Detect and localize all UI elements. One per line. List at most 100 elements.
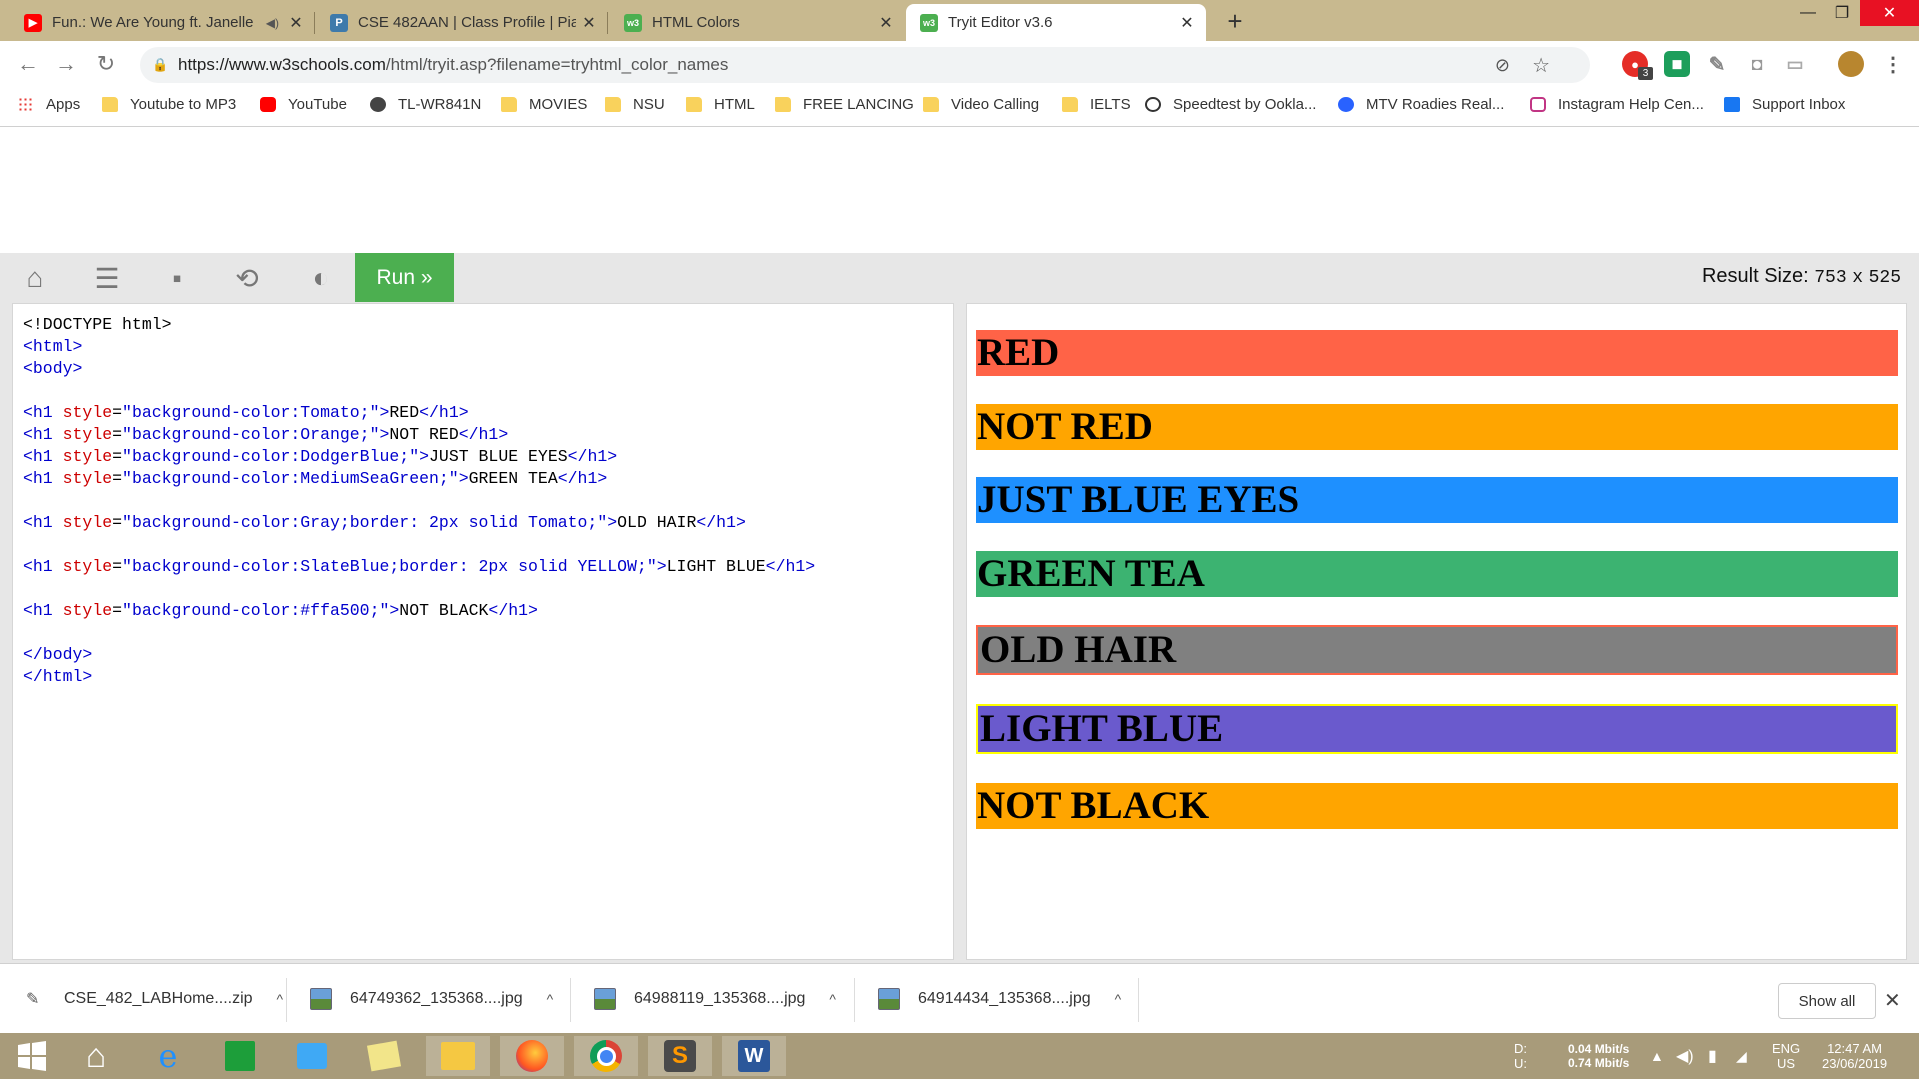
bookmark-movies[interactable]: MOVIES xyxy=(501,96,587,113)
tab-tryit-editor[interactable]: w3 Tryit Editor v3.6 ✕ xyxy=(906,4,1206,41)
tab-youtube[interactable]: ▶ Fun.: We Are Young ft. Janelle ◀) ✕ xyxy=(10,4,315,41)
theme-toggle-icon[interactable]: ◐ xyxy=(294,253,348,303)
language-indicator[interactable]: ENG US xyxy=(1772,1033,1800,1079)
net-up-speed: 0.74 Mbit/s xyxy=(1568,1056,1630,1070)
close-icon[interactable]: ✕ xyxy=(873,13,899,33)
grammarly-extension-icon[interactable]: ◼ xyxy=(1664,51,1690,77)
firefox-icon[interactable] xyxy=(500,1036,564,1076)
camera-extension-icon[interactable]: ◘ xyxy=(1744,51,1770,77)
download-item[interactable]: ✎ CSE_482_LABHome....zip ^ xyxy=(26,964,283,1034)
internet-explorer-icon[interactable]: e xyxy=(136,1036,200,1076)
sticky-notes-icon[interactable] xyxy=(352,1036,416,1076)
volume-icon[interactable]: ◀) xyxy=(1676,1033,1694,1079)
rotate-icon[interactable]: ⟲ xyxy=(220,253,274,303)
youtube-icon: ▶ xyxy=(24,13,42,32)
reload-button[interactable]: ↻ xyxy=(92,50,120,78)
bookmark-mtv-roadies[interactable]: MTV Roadies Real... xyxy=(1338,96,1504,113)
download-filename: CSE_482_LABHome....zip xyxy=(64,990,253,1007)
cast-extension-icon[interactable]: ▭ xyxy=(1782,51,1808,77)
speedtest-icon xyxy=(1145,97,1161,112)
file-explorer-icon[interactable] xyxy=(426,1036,490,1076)
divider xyxy=(854,978,855,1022)
menu-icon[interactable]: ☰ xyxy=(80,253,134,303)
home-icon[interactable]: ⌂ xyxy=(64,1036,128,1076)
close-icon[interactable]: ✕ xyxy=(1174,13,1200,33)
word-icon[interactable]: W xyxy=(722,1036,786,1076)
chrome-icon[interactable] xyxy=(574,1036,638,1076)
lock-icon[interactable]: 🔒 xyxy=(152,57,168,73)
chevron-up-icon[interactable]: ^ xyxy=(277,991,284,1007)
new-tab-button[interactable]: + xyxy=(1220,6,1250,37)
result-size-separator: x xyxy=(1852,268,1864,288)
bookmark-label: FREE LANCING xyxy=(803,96,914,113)
close-icon[interactable]: ✕ xyxy=(283,13,309,33)
bookmark-free-lancing[interactable]: FREE LANCING xyxy=(775,96,914,113)
region-code: US xyxy=(1777,1056,1796,1071)
bookmark-ielts[interactable]: IELTS xyxy=(1062,96,1131,113)
sublime-text-icon[interactable]: S xyxy=(648,1036,712,1076)
code-value: "background-color:Tomato;" xyxy=(122,403,380,422)
bookmark-support-inbox[interactable]: Support Inbox xyxy=(1724,96,1845,113)
result-heading: NOT BLACK xyxy=(976,783,1898,829)
run-button[interactable]: Run » xyxy=(355,253,454,302)
code-text[interactable]: <!DOCTYPE html> <html> <body> <h1 style=… xyxy=(23,314,815,688)
bookmark-youtube[interactable]: YouTube xyxy=(260,96,347,113)
address-url[interactable]: https://www.w3schools.com/html/tryit.asp… xyxy=(178,55,728,75)
save-icon[interactable]: ▪ xyxy=(150,253,204,303)
windows-start-icon[interactable] xyxy=(0,1036,64,1076)
code-editor[interactable]: <!DOCTYPE html> <html> <body> <h1 style=… xyxy=(12,303,954,960)
window-close-button[interactable]: ✕ xyxy=(1860,0,1919,26)
download-item[interactable]: 64988119_135368....jpg ^ xyxy=(594,964,836,1034)
menu-dots-icon[interactable]: ⋮ xyxy=(1880,51,1906,77)
minimize-button[interactable]: — xyxy=(1792,0,1824,26)
chevron-up-icon[interactable]: ^ xyxy=(829,991,836,1007)
battery-icon[interactable]: ▮ xyxy=(1708,1033,1717,1079)
result-heading: OLD HAIR xyxy=(976,625,1898,675)
close-icon[interactable]: ✕ xyxy=(576,13,602,33)
bookmark-html[interactable]: HTML xyxy=(686,96,755,113)
eyedropper-extension-icon[interactable]: ✎ xyxy=(1704,51,1730,77)
bookmark-tl-wr841n[interactable]: TL-WR841N xyxy=(370,96,481,113)
roadies-icon xyxy=(1338,97,1354,112)
result-heading: GREEN TEA xyxy=(976,551,1898,597)
code-text-content: JUST BLUE EYES xyxy=(429,447,568,466)
back-button[interactable]: ← xyxy=(14,50,42,78)
bookmark-label: MOVIES xyxy=(529,96,588,113)
wifi-icon[interactable]: ◢ xyxy=(1736,1033,1747,1079)
speaker-icon[interactable]: ◀) xyxy=(266,16,279,30)
bookmark-youtube-to-mp3[interactable]: Youtube to MP3 xyxy=(102,96,236,113)
bookmark-instagram-help[interactable]: Instagram Help Cen... xyxy=(1530,96,1704,113)
bookmark-apps[interactable]: Apps xyxy=(18,96,80,113)
forward-button[interactable]: → xyxy=(52,50,80,78)
profile-avatar[interactable] xyxy=(1838,51,1864,77)
close-icon[interactable]: ✕ xyxy=(1884,988,1901,1013)
tray-chevron-icon[interactable]: ▲ xyxy=(1650,1033,1664,1079)
instagram-icon xyxy=(1530,97,1546,112)
tab-piazza[interactable]: P CSE 482AAN | Class Profile | Piazza ✕ xyxy=(316,4,608,41)
mail-icon[interactable] xyxy=(280,1036,344,1076)
bookmark-nsu[interactable]: NSU xyxy=(605,96,665,113)
code-text-content: NOT RED xyxy=(389,425,459,444)
bookmark-speedtest[interactable]: Speedtest by Ookla... xyxy=(1145,96,1316,113)
chevron-up-icon[interactable]: ^ xyxy=(547,991,554,1007)
code-doctype: <!DOCTYPE html> xyxy=(23,315,172,334)
show-all-button[interactable]: Show all xyxy=(1778,983,1876,1019)
tab-separator xyxy=(607,12,608,34)
download-item[interactable]: 64749362_135368....jpg ^ xyxy=(310,964,553,1034)
restore-button[interactable]: ❐ xyxy=(1826,0,1858,26)
download-item[interactable]: 64914434_135368....jpg ^ xyxy=(878,964,1121,1034)
store-icon[interactable] xyxy=(208,1036,272,1076)
address-bar[interactable]: 🔒 https://www.w3schools.com/html/tryit.a… xyxy=(140,47,1590,83)
clock[interactable]: 12:47 AM 23/06/2019 xyxy=(1822,1033,1887,1079)
code-eq: = xyxy=(112,557,123,576)
image-file-icon xyxy=(594,988,616,1010)
image-file-icon xyxy=(878,988,900,1010)
code-h1-open: <h1 xyxy=(23,425,53,444)
tab-html-colors[interactable]: w3 HTML Colors ✕ xyxy=(610,4,905,41)
bookmark-video-calling[interactable]: Video Calling xyxy=(923,96,1039,113)
bookmark-star-icon[interactable]: ☆ xyxy=(1532,53,1550,78)
bookmark-label: MTV Roadies Real... xyxy=(1366,96,1505,113)
chevron-up-icon[interactable]: ^ xyxy=(1115,991,1122,1007)
home-icon[interactable]: ⌂ xyxy=(8,253,62,303)
translate-icon[interactable]: ⊘ xyxy=(1495,55,1510,76)
